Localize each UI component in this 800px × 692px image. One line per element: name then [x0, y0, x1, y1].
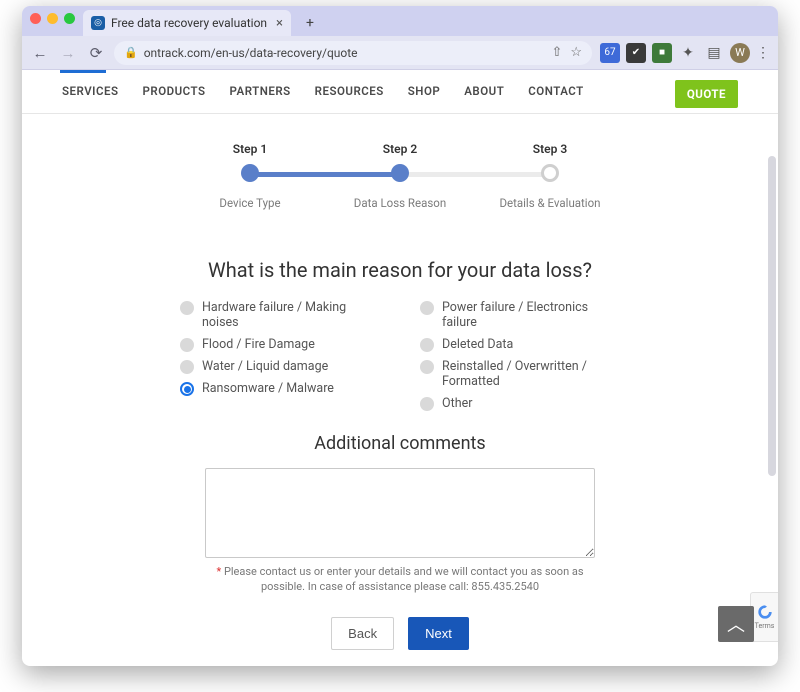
radio-icon — [420, 301, 434, 315]
chevron-up-icon: ︿ — [727, 611, 745, 637]
option-hardware-failure[interactable]: Hardware failure / Making noises — [180, 300, 380, 330]
back-button[interactable]: Back — [331, 617, 394, 650]
window-traffic-lights — [30, 6, 75, 36]
bookmark-icon[interactable]: ☆ — [570, 45, 582, 60]
window-zoom-icon[interactable] — [64, 13, 75, 24]
progress-stepper: Step 1 Device Type Step 2 Data Loss Reas… — [22, 142, 778, 210]
next-button[interactable]: Next — [408, 617, 469, 650]
recaptcha-badge[interactable]: Terms — [750, 592, 778, 642]
extension-icons: 67 ✔ ■ ✦ ▤ W ⋮ — [600, 43, 770, 63]
nav-forward-icon[interactable]: → — [58, 43, 78, 63]
site-topnav: SERVICES PRODUCTS PARTNERS RESOURCES SHO… — [22, 70, 778, 114]
radio-icon — [180, 360, 194, 374]
nav-link-about[interactable]: ABOUT — [464, 84, 504, 98]
reading-list-icon[interactable]: ▤ — [704, 43, 724, 63]
option-other[interactable]: Other — [420, 396, 620, 411]
radio-icon — [420, 397, 434, 411]
lock-icon: 🔒 — [124, 46, 138, 59]
quote-button[interactable]: QUOTE — [675, 80, 738, 108]
comments-textarea[interactable] — [205, 468, 595, 558]
nav-link-shop[interactable]: SHOP — [408, 84, 440, 98]
step-circle-icon — [391, 164, 409, 182]
nav-back-icon[interactable]: ← — [30, 43, 50, 63]
option-deleted-data[interactable]: Deleted Data — [420, 337, 620, 352]
form-question: What is the main reason for your data lo… — [22, 258, 778, 282]
option-reinstalled[interactable]: Reinstalled / Overwritten / Formatted — [420, 359, 620, 389]
option-water-liquid[interactable]: Water / Liquid damage — [180, 359, 380, 374]
extension-icon[interactable]: ✔ — [626, 43, 646, 63]
new-tab-button[interactable]: + — [299, 12, 321, 34]
nav-link-services[interactable]: SERVICES — [62, 84, 119, 98]
browser-tab[interactable]: ◎ Free data recovery evaluation × — [83, 10, 291, 36]
radio-icon — [180, 338, 194, 352]
scrollbar[interactable] — [768, 156, 776, 476]
nav-link-products[interactable]: PRODUCTS — [143, 84, 206, 98]
share-icon[interactable]: ⇧ — [551, 45, 562, 60]
tab-close-icon[interactable]: × — [276, 16, 283, 31]
step-1: Step 1 Device Type — [175, 142, 325, 210]
tab-title: Free data recovery evaluation — [111, 16, 267, 30]
url-text: ontrack.com/en-us/data-recovery/quote — [144, 46, 358, 60]
option-ransomware-malware[interactable]: Ransomware / Malware — [180, 381, 380, 396]
browser-tabstrip: ◎ Free data recovery evaluation × + — [22, 6, 778, 36]
form-buttons: Back Next — [22, 617, 778, 666]
window-close-icon[interactable] — [30, 13, 41, 24]
nav-reload-icon[interactable]: ⟳ — [86, 43, 106, 63]
help-text: * Please contact us or enter your detail… — [200, 564, 600, 595]
comments-heading: Additional comments — [22, 433, 778, 454]
option-power-failure[interactable]: Power failure / Electronics failure — [420, 300, 620, 330]
radio-icon — [180, 301, 194, 315]
extension-icon[interactable]: ■ — [652, 43, 672, 63]
nav-link-partners[interactable]: PARTNERS — [230, 84, 291, 98]
profile-avatar[interactable]: W — [730, 43, 750, 63]
radio-icon — [420, 338, 434, 352]
step-circle-icon — [541, 164, 559, 182]
options-group: Hardware failure / Making noises Flood /… — [22, 300, 778, 411]
radio-icon — [420, 360, 434, 374]
step-3: Step 3 Details & Evaluation — [475, 142, 625, 210]
brand-accent — [60, 70, 106, 73]
extensions-menu-icon[interactable]: ✦ — [678, 43, 698, 63]
recaptcha-icon — [757, 604, 773, 620]
nav-link-contact[interactable]: CONTACT — [528, 84, 583, 98]
browser-menu-icon[interactable]: ⋮ — [756, 45, 770, 61]
scroll-to-top-button[interactable]: ︿ — [718, 606, 754, 642]
page-content: SERVICES PRODUCTS PARTNERS RESOURCES SHO… — [22, 70, 778, 666]
nav-link-resources[interactable]: RESOURCES — [315, 84, 384, 98]
window-minimize-icon[interactable] — [47, 13, 58, 24]
tab-favicon-icon: ◎ — [91, 16, 105, 30]
url-bar[interactable]: 🔒 ontrack.com/en-us/data-recovery/quote … — [114, 41, 592, 65]
step-circle-icon — [241, 164, 259, 182]
option-flood-fire[interactable]: Flood / Fire Damage — [180, 337, 380, 352]
step-2: Step 2 Data Loss Reason — [325, 142, 475, 210]
radio-icon — [180, 382, 194, 396]
extension-icon[interactable]: 67 — [600, 43, 620, 63]
browser-toolbar: ← → ⟳ 🔒 ontrack.com/en-us/data-recovery/… — [22, 36, 778, 70]
